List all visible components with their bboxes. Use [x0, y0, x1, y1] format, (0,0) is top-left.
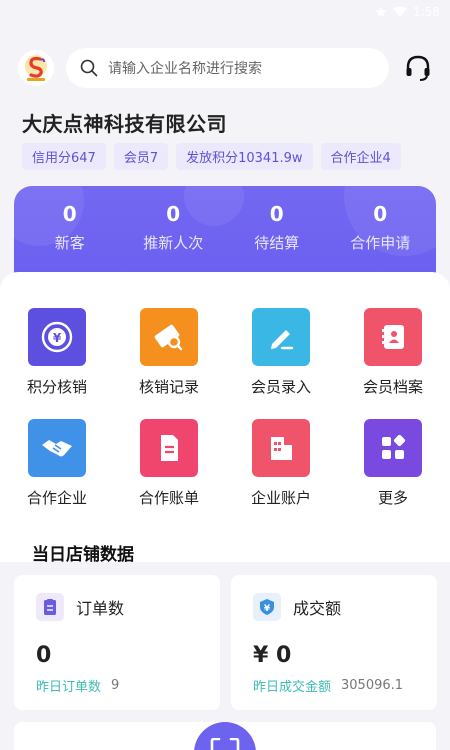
grid-label: 会员录入: [250, 378, 311, 396]
card-title: 成交额: [293, 599, 342, 618]
function-grid: ¥ 积分核销 核销记录 会员录入 会员档案 合作企业 合作账单 企业账户 更多: [0, 308, 450, 508]
grid-label: 合作企业: [26, 489, 87, 507]
status-time: 1:58: [413, 5, 440, 19]
tile: [28, 419, 86, 477]
grid-item-member-entry[interactable]: 会员录入: [225, 308, 337, 397]
grid-label: 积分核销: [26, 378, 87, 396]
tile: [364, 308, 422, 366]
tile: [252, 308, 310, 366]
points-issued-badge[interactable]: 发放积分10341.9w: [176, 143, 313, 170]
card-icon-wrap: ¥: [253, 593, 281, 621]
grid-item-redeem-records[interactable]: 核销记录: [113, 308, 225, 397]
card-value: 0: [36, 643, 52, 668]
handshake-icon: [42, 440, 72, 457]
grid-item-points-redeem[interactable]: ¥ 积分核销: [1, 308, 113, 397]
yen-coin-icon: ¥: [41, 321, 73, 353]
company-logo[interactable]: [18, 50, 54, 86]
company-badges: 信用分647 会员7 发放积分10341.9w 合作企业4: [22, 143, 401, 170]
stat-value: 0: [166, 202, 181, 226]
grid-label: 会员档案: [362, 378, 423, 396]
grid-item-company-account[interactable]: 企业账户: [225, 419, 337, 508]
stat-pending-settlement[interactable]: 0 待结算: [227, 202, 327, 253]
stat-label: 新客: [54, 234, 85, 252]
card-icon-wrap: [36, 593, 64, 621]
function-panel: ¥ 积分核销 核销记录 会员录入 会员档案 合作企业 合作账单 企业账户 更多: [0, 272, 450, 562]
stat-label: 待结算: [254, 234, 300, 252]
orders-card[interactable]: 订单数 0 昨日订单数 9: [14, 575, 220, 710]
stat-value: 0: [269, 202, 284, 226]
card-foot-label: 昨日成交金额: [253, 680, 332, 695]
svg-text:¥: ¥: [53, 331, 62, 345]
stat-partner-requests[interactable]: 0 合作申请: [330, 202, 430, 253]
member-count-badge[interactable]: 会员7: [113, 143, 169, 170]
header: 请输入企业名称进行搜索: [18, 46, 436, 90]
pencil-icon: [271, 330, 294, 350]
grid-item-partner-bills[interactable]: 合作账单: [113, 419, 225, 508]
card-title: 订单数: [76, 599, 125, 618]
stat-label: 合作申请: [350, 234, 411, 252]
tile: [364, 419, 422, 477]
tile: [140, 419, 198, 477]
svg-text:¥: ¥: [264, 604, 271, 614]
bill-icon: [161, 435, 178, 461]
star-icon: [375, 6, 387, 17]
card-foot-value: 305096.1: [341, 678, 404, 693]
tile: [252, 419, 310, 477]
tile: [140, 308, 198, 366]
card-foot-value: 9: [111, 678, 120, 693]
status-bar: 1:58: [0, 0, 450, 24]
headset-icon: [406, 55, 430, 81]
search-placeholder: 请输入企业名称进行搜索: [108, 61, 262, 77]
sales-card[interactable]: ¥ 成交额 ¥ 0 昨日成交金额 305096.1: [231, 575, 437, 710]
stat-referrals[interactable]: 0 推新人次: [123, 202, 223, 253]
search-input[interactable]: 请输入企业名称进行搜索: [66, 48, 389, 88]
stat-value: 0: [62, 202, 77, 226]
credit-score-badge[interactable]: 信用分647: [22, 143, 106, 170]
order-list-icon: [44, 599, 56, 615]
grid-item-partner-companies[interactable]: 合作企业: [1, 419, 113, 508]
stat-new-customers[interactable]: 0 新客: [20, 202, 120, 253]
wifi-icon: [393, 6, 407, 17]
apps-icon: [382, 434, 406, 459]
company-name: 大庆点神科技有限公司: [22, 112, 227, 136]
card-foot-label: 昨日订单数: [36, 680, 102, 695]
yen-shield-icon: ¥: [260, 599, 274, 615]
grid-item-more[interactable]: 更多: [337, 419, 449, 508]
partner-count-badge[interactable]: 合作企业4: [320, 143, 401, 170]
grid-item-member-files[interactable]: 会员档案: [337, 308, 449, 397]
ticket-search-icon: [154, 324, 183, 351]
grid-label: 合作账单: [138, 489, 199, 507]
stat-label: 推新人次: [143, 234, 204, 252]
tile: ¥: [28, 308, 86, 366]
stat-value: 0: [373, 202, 388, 226]
contact-book-icon: [382, 325, 404, 349]
logo-icon: [25, 55, 47, 81]
section-title: 当日店铺数据: [32, 545, 134, 565]
grid-label: 企业账户: [250, 489, 311, 507]
grid-label: 更多: [377, 489, 408, 507]
grid-label: 核销记录: [138, 378, 199, 396]
building-icon: [271, 437, 292, 460]
card-value: ¥ 0: [253, 643, 292, 668]
customer-service-button[interactable]: [403, 53, 433, 83]
scan-icon: [210, 738, 240, 750]
search-icon: [80, 59, 98, 77]
